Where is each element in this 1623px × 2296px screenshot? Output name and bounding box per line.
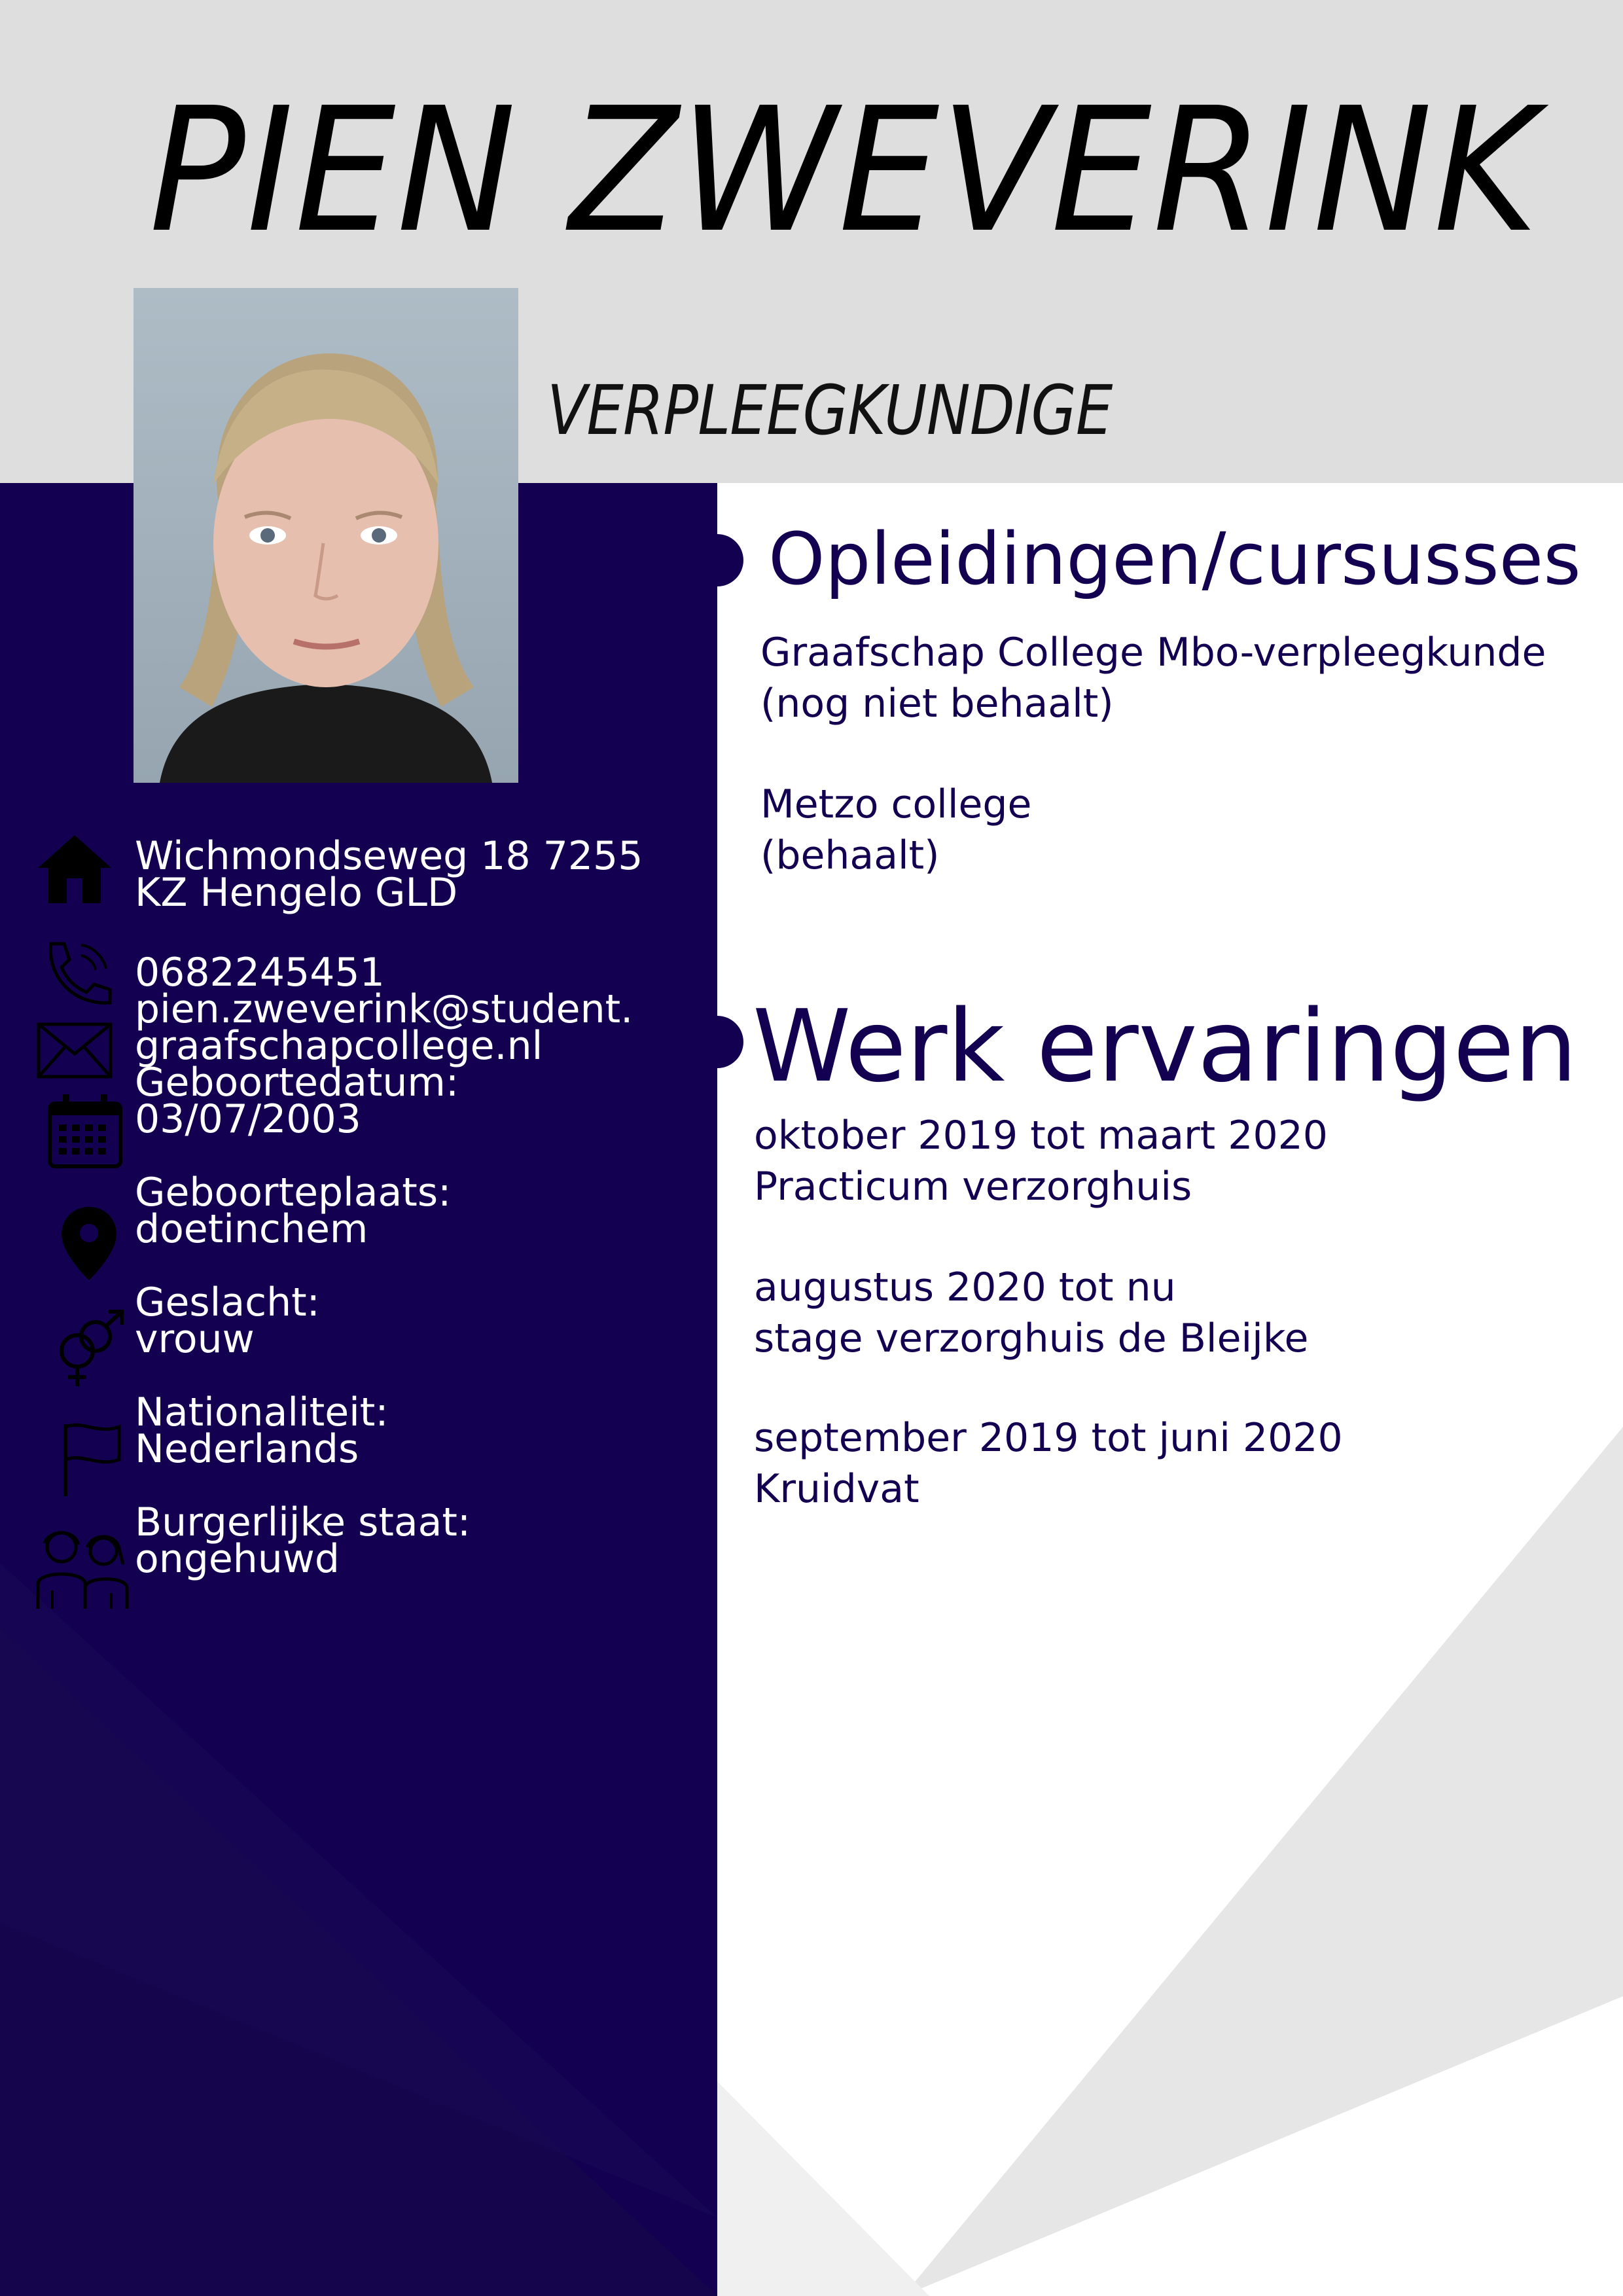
education-item-title: Graafschap College Mbo-verpleegkunde [760, 630, 1546, 675]
education-item-status: (behaalt) [760, 833, 940, 878]
address-line-1: Wichmondseweg 18 7255 [135, 833, 643, 879]
contact-phone-email: 0682245451 pien.zweverink@student. graaf… [135, 953, 633, 1142]
gender-label: Geslacht: [135, 1280, 320, 1325]
birthdate-label: Geboortedatum: [135, 1060, 459, 1105]
contact-address: Wichmondseweg 18 7255 KZ Hengelo GLD [135, 833, 643, 916]
education-bullet-icon [717, 534, 743, 586]
work-item: augustus 2020 tot nu stage verzorghuis d… [754, 1262, 1308, 1364]
job-title: VERPLEEGKUNDIGE [547, 370, 1113, 450]
work-heading: Werk ervaringen [753, 988, 1578, 1104]
work-item-place: Kruidvat [754, 1466, 919, 1512]
contact-gender: Geslacht: vrouw [135, 1280, 320, 1362]
phone-icon [48, 942, 112, 1005]
work-item-place: stage verzorghuis de Bleijke [754, 1316, 1309, 1361]
birthdate-value: 03/07/2003 [135, 1096, 361, 1142]
email-line-1[interactable]: pien.zweverink@student. [135, 990, 633, 1029]
flag-icon [63, 1423, 121, 1496]
education-item: Graafschap College Mbo-verpleegkunde (no… [760, 627, 1546, 729]
work-item-period: augustus 2020 tot nu [754, 1265, 1176, 1310]
contact-birthplace: Geboorteplaats: doetinchem [135, 1170, 452, 1252]
birthplace-value: doetinchem [135, 1206, 368, 1252]
birthplace-label: Geboorteplaats: [135, 1170, 452, 1215]
gender-icon [60, 1310, 124, 1386]
work-item-place: Practicum verzorghuis [754, 1164, 1192, 1210]
work-item: oktober 2019 tot maart 2020 Practicum ve… [754, 1110, 1328, 1212]
work-bullet-icon [717, 1016, 743, 1068]
marital-value: ongehuwd [135, 1536, 340, 1582]
education-item: Metzo college (behaalt) [760, 779, 1031, 881]
contact-nationality: Nationaliteit: Nederlands [135, 1390, 389, 1472]
marital-label: Burgerlijke staat: [135, 1499, 471, 1545]
work-item: september 2019 tot juni 2020 Kruidvat [754, 1412, 1343, 1515]
contact-marital-status: Burgerlijke staat: ongehuwd [135, 1499, 471, 1582]
candidate-name: PIEN ZWEVERINK [149, 71, 1540, 270]
nationality-value: Nederlands [135, 1426, 359, 1472]
location-pin-icon [62, 1207, 116, 1280]
calendar-icon [48, 1094, 122, 1168]
work-item-period: oktober 2019 tot maart 2020 [754, 1113, 1328, 1158]
home-icon [38, 835, 111, 903]
address-line-2: KZ Hengelo GLD [135, 870, 458, 916]
education-item-status: (nog niet behaalt) [760, 681, 1114, 726]
gender-value: vrouw [135, 1316, 255, 1362]
education-item-title: Metzo college [760, 781, 1032, 827]
email-line-2[interactable]: graafschapcollege.nl [135, 1026, 633, 1066]
education-heading: Opleidingen/cursusses [768, 517, 1581, 601]
nationality-label: Nationaliteit: [135, 1390, 389, 1435]
work-item-period: september 2019 tot juni 2020 [754, 1415, 1343, 1461]
people-icon [36, 1531, 129, 1609]
mail-icon [37, 1022, 113, 1079]
phone-number[interactable]: 0682245451 [135, 953, 633, 992]
profile-photo [134, 288, 518, 783]
